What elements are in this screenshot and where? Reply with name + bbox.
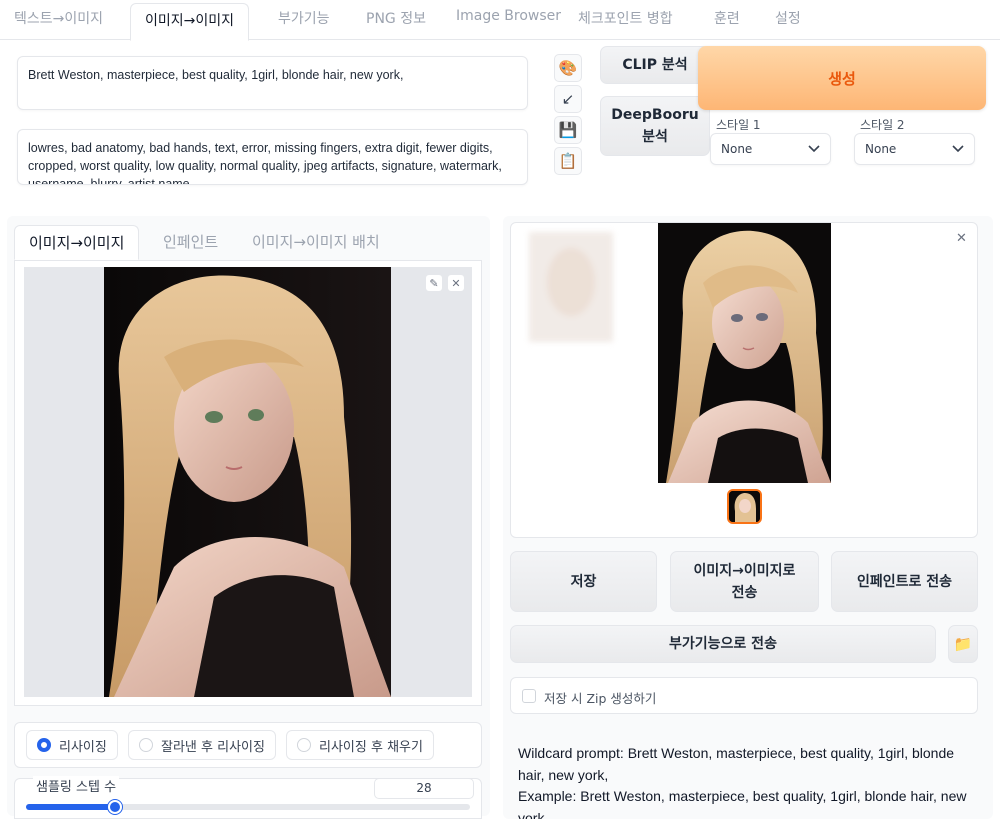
clear-image-close-icon[interactable]: ✕ bbox=[447, 274, 465, 292]
read-params-arrow-icon[interactable]: ↙ bbox=[554, 85, 582, 113]
zip-checkbox-label: 저장 시 Zip 생성하기 bbox=[544, 691, 657, 706]
tab-txt2img[interactable]: 텍스트→이미지 bbox=[14, 8, 103, 28]
subtab-img2img[interactable]: 이미지→이미지 bbox=[14, 225, 140, 260]
send-to-img2img-button[interactable]: 이미지→이미지로 전송 bbox=[670, 551, 819, 612]
radio-crop-resize[interactable]: 잘라낸 후 리사이징 bbox=[128, 730, 276, 760]
tab-checkpoint-merge[interactable]: 체크포인트 병합 bbox=[578, 8, 673, 28]
style2-value: None bbox=[865, 142, 897, 156]
tab-image-browser[interactable]: Image Browser bbox=[456, 8, 561, 24]
sampling-steps-slider-thumb[interactable] bbox=[107, 800, 122, 814]
send-to-extras-button[interactable]: 부가기능으로 전송 bbox=[510, 625, 936, 663]
sampling-steps-label: 샘플링 스텝 수 bbox=[33, 776, 120, 795]
gallery-thumbnail-selected[interactable] bbox=[727, 489, 762, 524]
main-tab-bar: 텍스트→이미지 이미지→이미지 부가기능 PNG 정보 Image Browse… bbox=[0, 0, 1000, 41]
input-image bbox=[104, 267, 391, 697]
negative-prompt-input[interactable]: lowres, bad anatomy, bad hands, text, er… bbox=[17, 129, 528, 185]
tab-png-info[interactable]: PNG 정보 bbox=[366, 8, 426, 28]
apply-style-clipboard-icon[interactable]: 📋 bbox=[554, 147, 582, 175]
generate-button[interactable]: 생성 bbox=[698, 46, 986, 110]
generation-info-text: Wildcard prompt: Brett Weston, masterpie… bbox=[518, 745, 967, 819]
tab-settings[interactable]: 설정 bbox=[775, 8, 801, 28]
output-image[interactable] bbox=[658, 223, 831, 483]
save-output-button[interactable]: 저장 bbox=[510, 551, 657, 612]
sampling-steps-input[interactable]: 28 bbox=[374, 778, 474, 799]
tab-train[interactable]: 훈련 bbox=[714, 8, 740, 28]
radio-selected-icon bbox=[37, 738, 51, 752]
send-to-inpaint-button[interactable]: 인페인트로 전송 bbox=[831, 551, 978, 612]
radio-unselected-icon bbox=[139, 738, 153, 752]
subtab-img2img-batch[interactable]: 이미지→이미지 배치 bbox=[252, 231, 380, 252]
style1-label: 스타일 1 bbox=[716, 118, 761, 132]
paint-palette-icon[interactable]: 🎨 bbox=[554, 54, 582, 82]
style1-select[interactable]: None bbox=[710, 133, 831, 165]
radio-resize-fill[interactable]: 리사이징 후 채우기 bbox=[286, 730, 434, 760]
open-folder-icon[interactable]: 📁 bbox=[948, 625, 978, 663]
radio-resize-label: 리사이징 bbox=[59, 739, 107, 755]
chevron-down-icon bbox=[808, 145, 820, 153]
sampling-steps-slider-track[interactable] bbox=[26, 804, 470, 810]
chevron-down-icon bbox=[952, 145, 964, 153]
save-style-icon[interactable]: 💾 bbox=[554, 116, 582, 144]
radio-resize[interactable]: 리사이징 bbox=[26, 730, 118, 760]
tab-img2img[interactable]: 이미지→이미지 bbox=[130, 3, 250, 41]
style2-label: 스타일 2 bbox=[860, 118, 905, 132]
blurred-preview-image bbox=[529, 232, 613, 342]
deepbooru-interrogate-button[interactable]: DeepBooru 분석 bbox=[600, 96, 710, 156]
radio-resize-fill-label: 리사이징 후 채우기 bbox=[319, 739, 423, 755]
radio-crop-resize-label: 잘라낸 후 리사이징 bbox=[161, 739, 265, 755]
zip-checkbox[interactable] bbox=[522, 689, 536, 703]
radio-unselected-icon bbox=[297, 738, 311, 752]
clip-interrogate-button[interactable]: CLIP 분석 bbox=[600, 46, 710, 84]
positive-prompt-input[interactable]: Brett Weston, masterpiece, best quality,… bbox=[17, 56, 528, 110]
edit-pencil-icon[interactable]: ✎ bbox=[425, 274, 443, 292]
style2-select[interactable]: None bbox=[854, 133, 975, 165]
tab-extras[interactable]: 부가기능 bbox=[278, 8, 330, 28]
subtab-inpaint[interactable]: 인페인트 bbox=[163, 231, 218, 252]
style1-value: None bbox=[721, 142, 753, 156]
close-gallery-close-icon[interactable]: ✕ bbox=[956, 231, 967, 246]
